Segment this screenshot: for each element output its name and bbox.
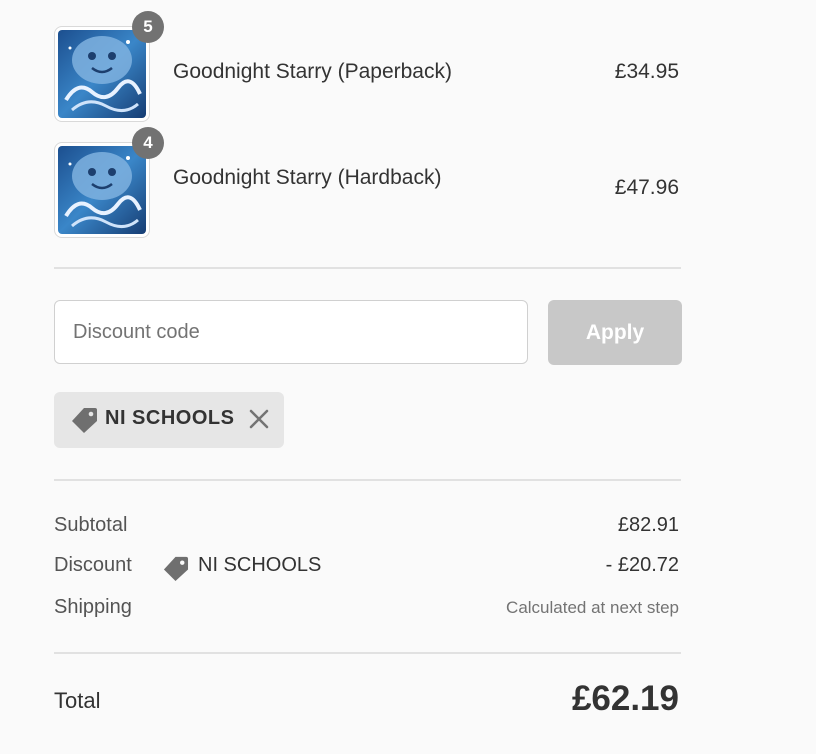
discount-line: Discount NI SCHOOLS - £20.72: [54, 554, 681, 582]
subtotal-value: £82.91: [617, 514, 679, 536]
discount-code-input[interactable]: [54, 300, 528, 364]
shipping-value: Calculated at next step: [506, 598, 679, 617]
product-price: £34.95: [614, 60, 679, 83]
discount-label: Discount: [54, 554, 132, 576]
close-icon: [249, 409, 269, 429]
product-name: Goodnight Starry (Paperback): [173, 60, 452, 83]
total-label: Total: [54, 688, 101, 713]
section-divider: [54, 479, 681, 481]
book-cover-art: [58, 30, 146, 118]
book-cover-image: [54, 26, 150, 122]
applied-discount-chip: NI SCHOOLS: [54, 392, 284, 448]
quantity-badge: 5: [132, 11, 164, 43]
product-price: £47.96: [614, 176, 679, 199]
subtotal-label: Subtotal: [54, 514, 128, 536]
total-value: £62.19: [571, 679, 679, 718]
book-cover-image: [54, 142, 150, 238]
discount-value: - £20.72: [605, 554, 679, 576]
product-row: 5 Goodnight Starry (Paperback) £34.95: [54, 11, 681, 122]
book-cover-art: [58, 146, 146, 234]
product-thumbnail: 4: [54, 127, 164, 238]
applied-discount-code: NI SCHOOLS: [105, 407, 235, 429]
product-name: Goodnight Starry (Hardback): [173, 166, 442, 189]
product-thumbnail: 5: [54, 11, 164, 122]
quantity-badge: 4: [132, 127, 164, 159]
shipping-line: Shipping Calculated at next step: [54, 596, 681, 624]
product-row: 4 Goodnight Starry (Hardback) £47.96: [54, 127, 681, 238]
tag-icon: [162, 555, 189, 587]
subtotal-line: Subtotal £82.91: [54, 514, 681, 542]
section-divider: [54, 267, 681, 269]
apply-button[interactable]: Apply: [548, 300, 682, 365]
remove-discount-button[interactable]: [244, 404, 274, 434]
discount-code-text: NI SCHOOLS: [198, 554, 322, 576]
tag-icon: [70, 406, 98, 439]
shipping-label: Shipping: [54, 596, 132, 618]
section-divider: [54, 652, 681, 654]
